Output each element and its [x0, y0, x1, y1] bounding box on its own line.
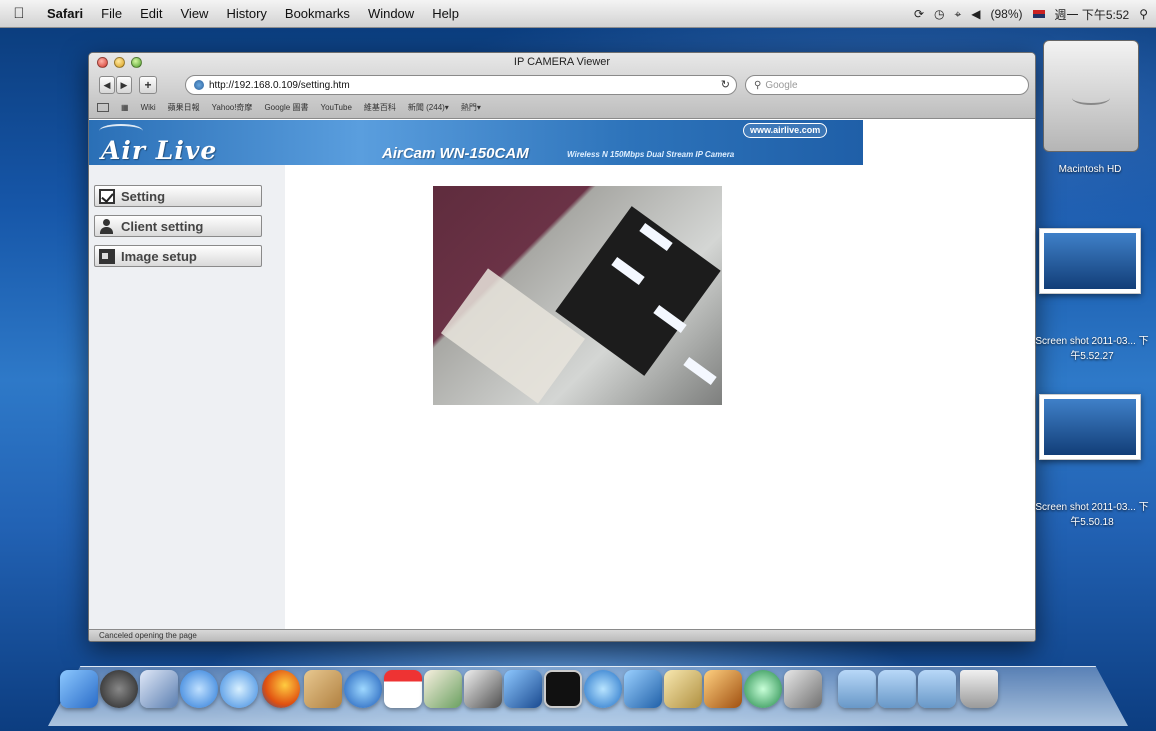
documents-folder-icon[interactable] [878, 670, 916, 708]
mail-icon[interactable] [140, 670, 178, 708]
wifi-icon[interactable]: ⌖ [954, 7, 961, 22]
screenshot-preview [1044, 233, 1136, 289]
bookmark-item[interactable]: Yahoo!奇摩 [212, 102, 253, 113]
add-bookmark-button[interactable]: + [139, 76, 157, 94]
safari-icon[interactable] [180, 670, 218, 708]
iphoto-icon[interactable] [424, 670, 462, 708]
reading-list-icon[interactable] [97, 102, 109, 112]
screenshot-preview [1044, 399, 1136, 455]
product-description: Wireless N 150Mbps Dual Stream IP Camera [567, 150, 735, 159]
menu-history[interactable]: History [217, 0, 275, 28]
apple-icon[interactable]:  [0, 5, 38, 22]
setting-label: Setting [121, 188, 166, 204]
screenshot-file-icon[interactable] [1039, 394, 1141, 460]
top-sites-icon[interactable]: ▦ [121, 103, 129, 112]
address-book-icon[interactable] [304, 670, 342, 708]
image-setup-button[interactable]: Image setup [94, 245, 262, 267]
applications-folder-icon[interactable] [838, 670, 876, 708]
user-icon [99, 218, 115, 234]
screenshot-file-label[interactable]: Screen shot 2011-03... 下午5.50.18 [1033, 498, 1151, 528]
address-text[interactable]: http://192.168.0.109/setting.htm [209, 80, 350, 91]
image-icon [99, 248, 115, 264]
imovie-icon[interactable] [464, 670, 502, 708]
terminal-icon[interactable] [544, 670, 582, 708]
garageband-icon[interactable] [704, 670, 742, 708]
downloads-folder-icon[interactable] [918, 670, 956, 708]
hard-drive-icon[interactable] [1043, 40, 1139, 152]
bookmark-item[interactable]: YouTube [320, 103, 351, 112]
bookmark-item[interactable]: Wiki [141, 103, 156, 112]
bookmark-item[interactable]: 新聞 (244)▾ [408, 102, 449, 113]
setting-button[interactable]: Setting [94, 185, 262, 207]
firefox-icon[interactable] [262, 670, 300, 708]
trash-icon[interactable] [960, 670, 998, 708]
system-preferences-icon[interactable] [784, 670, 822, 708]
preview-icon[interactable] [624, 670, 662, 708]
browser-window: IP CAMERA Viewer ◀ ▶ + http://192.168.0.… [88, 52, 1036, 642]
sync-icon[interactable]: ⟳ [914, 7, 924, 21]
client-setting-button[interactable]: Client setting [94, 215, 262, 237]
menu-extras: ⟳ ◷ ⌖ ◀ (98%) 週一 下午5:52 ⚲ [914, 0, 1148, 28]
airlive-banner: Air Live www.airlive.com AirCam WN-150CA… [89, 120, 863, 165]
status-bar: Canceled opening the page [89, 629, 1035, 641]
iweb-icon[interactable] [664, 670, 702, 708]
menu-bookmarks[interactable]: Bookmarks [276, 0, 359, 28]
browser-titlebar: IP CAMERA Viewer ◀ ▶ + http://192.168.0.… [89, 53, 1035, 119]
product-name: AirCam WN-150CAM [382, 145, 529, 162]
settings-sidebar: Setting Client setting Image setup [89, 165, 285, 629]
menu-app-safari[interactable]: Safari [38, 0, 92, 28]
ical-icon[interactable] [384, 670, 422, 708]
reload-icon[interactable]: ↻ [721, 78, 730, 91]
bookmarks-bar: ▦ Wiki 蘋果日報 Yahoo!奇摩 Google 圖書 YouTube 維… [97, 99, 481, 115]
forward-button[interactable]: ▶ [116, 76, 132, 94]
menu-help[interactable]: Help [423, 0, 468, 28]
bookmark-item[interactable]: Google 圖書 [264, 102, 308, 113]
screenshot-file-icon[interactable] [1039, 228, 1141, 294]
hard-drive-label[interactable]: Macintosh HD [1040, 164, 1140, 175]
clock[interactable]: 週一 下午5:52 [1055, 6, 1130, 23]
back-button[interactable]: ◀ [99, 76, 115, 94]
image-setup-label: Image setup [121, 248, 197, 264]
time-machine-dock-icon[interactable] [744, 670, 782, 708]
volume-icon[interactable]: ◀ [971, 7, 980, 21]
address-bar[interactable]: http://192.168.0.109/setting.htm ↻ [185, 75, 737, 95]
window-title: IP CAMERA Viewer [513, 56, 611, 68]
web-page: Air Live www.airlive.com AirCam WN-150CA… [89, 120, 1035, 629]
menu-window[interactable]: Window [359, 0, 423, 28]
screenshot-file-label[interactable]: Screen shot 2011-03... 下午5.52.27 [1033, 332, 1151, 362]
airlive-logo: Air Live [101, 136, 218, 165]
time-machine-icon[interactable]: ◷ [934, 7, 944, 21]
ichat-icon[interactable] [220, 670, 258, 708]
menu-view[interactable]: View [172, 0, 218, 28]
site-icon [194, 80, 204, 90]
battery-status[interactable]: (98%) [990, 7, 1022, 21]
spotlight-icon[interactable]: ⚲ [1139, 7, 1148, 21]
finder-icon[interactable] [60, 670, 98, 708]
bookmark-item[interactable]: 維基百科 [364, 102, 396, 113]
dvd-player-icon[interactable] [344, 670, 382, 708]
search-placeholder: Google [765, 79, 798, 91]
itunes-icon[interactable] [584, 670, 622, 708]
idvd-icon[interactable] [504, 670, 542, 708]
bookmark-item[interactable]: 熱門▾ [461, 102, 481, 113]
input-source-flag-icon[interactable] [1032, 10, 1045, 18]
search-field[interactable]: ⚲ Google [745, 75, 1029, 95]
menu-file[interactable]: File [92, 0, 131, 28]
dashboard-icon[interactable] [100, 670, 138, 708]
camera-live-view[interactable] [433, 186, 722, 405]
bookmark-item[interactable]: 蘋果日報 [168, 102, 200, 113]
menu-bar:  Safari File Edit View History Bookmark… [0, 0, 1156, 28]
client-setting-label: Client setting [121, 218, 204, 234]
website-link[interactable]: www.airlive.com [743, 123, 828, 138]
menu-edit[interactable]: Edit [131, 0, 171, 28]
checkbox-icon [99, 188, 115, 204]
search-icon: ⚲ [754, 79, 762, 91]
